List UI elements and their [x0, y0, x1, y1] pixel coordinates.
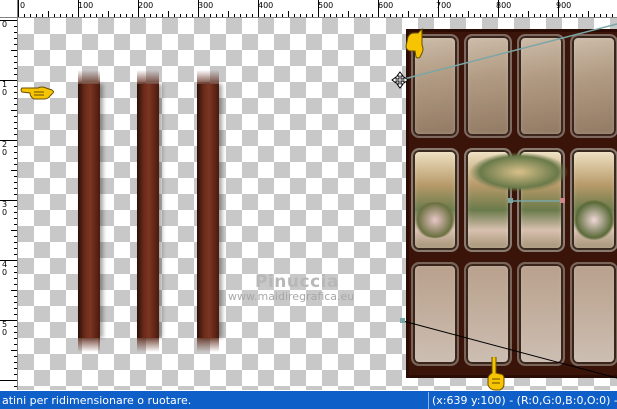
window-pane	[464, 34, 512, 138]
ruler-top-label: 100	[78, 1, 94, 10]
brown-bar-2[interactable]	[137, 70, 159, 352]
status-separator	[428, 392, 429, 409]
window-pane	[411, 262, 459, 366]
ruler-left[interactable]: 0 1 0 2 0 3 0 4 0 5 0	[0, 18, 18, 390]
ruler-top-label: 200	[138, 1, 154, 10]
ruler-top-label: 900	[556, 1, 572, 10]
brown-bar-3[interactable]	[197, 70, 219, 352]
pointing-hand-icon	[487, 357, 505, 391]
ruler-top-label: 600	[378, 1, 394, 10]
status-cursor-info: (x:639 y:100) - (R:0,G:0,B:0,O:0) -- I	[432, 394, 617, 407]
flower-decoration	[413, 202, 457, 238]
ruler-corner	[0, 0, 18, 18]
ruler-top-label: 0	[20, 1, 26, 10]
ruler-top-label: 300	[198, 1, 214, 10]
brown-bar-1[interactable]	[78, 70, 100, 352]
ruler-left-label: 0	[2, 20, 8, 29]
pointing-hand-icon	[20, 86, 54, 100]
ruler-top-label: 700	[436, 1, 452, 10]
ruler-top-label: 800	[496, 1, 512, 10]
ruler-top[interactable]: 0 100 200 300 400 500 600 700 800 900	[0, 0, 617, 18]
ruler-left-label: 4 0	[2, 260, 8, 277]
ruler-left-label: 3 0	[2, 200, 8, 217]
move-cursor-icon	[391, 71, 409, 89]
ruler-left-label: 5 0	[2, 320, 8, 337]
window-pane	[517, 262, 565, 366]
window-pane	[570, 34, 617, 138]
ruler-left-label: 1 0	[2, 80, 8, 97]
window-pane	[464, 262, 512, 366]
ruler-top-label: 400	[258, 1, 274, 10]
window-pane	[517, 34, 565, 138]
window-frame-layer[interactable]	[406, 29, 617, 378]
status-bar: atini per ridimensionare o ruotare. (x:6…	[0, 390, 617, 409]
status-hint-text: atini per ridimensionare o ruotare.	[2, 394, 192, 407]
ruler-left-label: 2 0	[2, 140, 8, 157]
image-canvas[interactable]	[18, 18, 617, 390]
watermark-url: www.maidiregrafica.eu	[228, 290, 355, 303]
ruler-top-label: 500	[318, 1, 334, 10]
window-pane	[570, 262, 617, 366]
garden-decoration	[469, 152, 569, 192]
watermark-title: Pinuccia	[255, 272, 339, 292]
pointing-hand-icon	[405, 27, 424, 59]
flower-decoration	[572, 200, 616, 240]
